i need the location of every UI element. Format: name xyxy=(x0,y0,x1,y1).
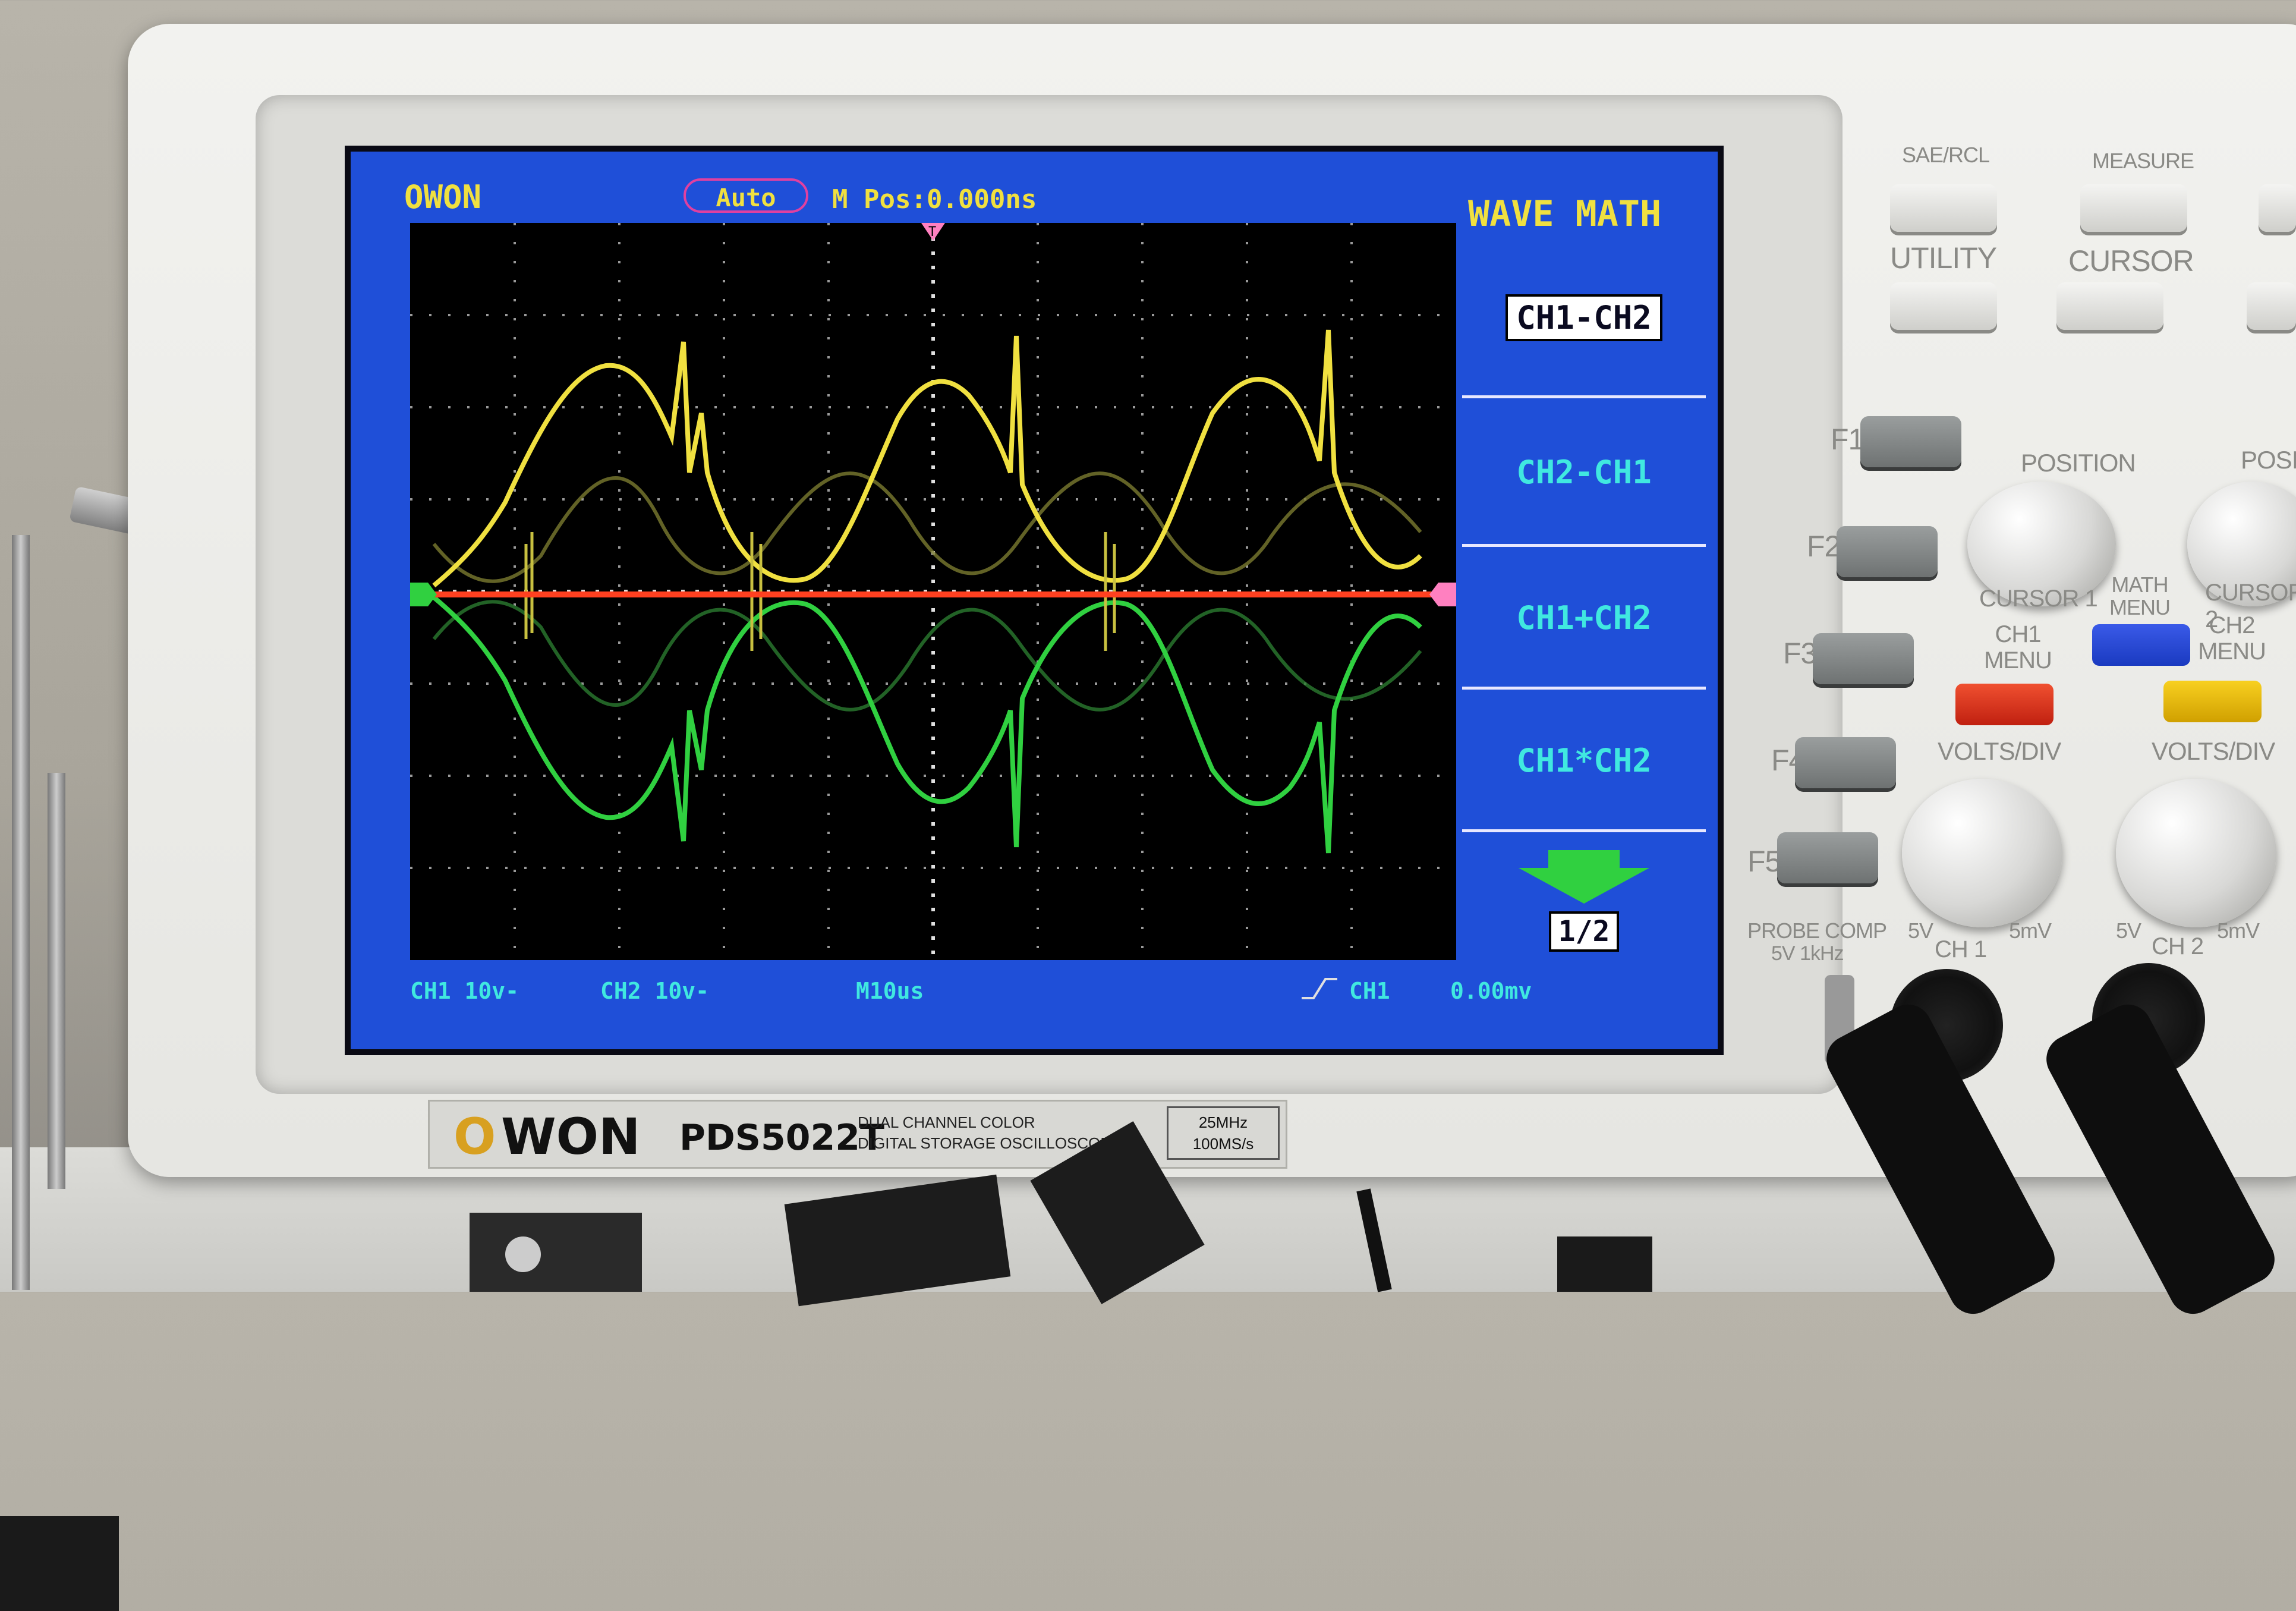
probe-comp-label: PROBE COMP xyxy=(1747,918,1887,943)
channel-ground-marker xyxy=(410,583,437,606)
ch1-menu-label: CH1 MENU xyxy=(1984,621,2052,674)
menu-item-next-page[interactable]: 1/2 xyxy=(1462,829,1706,987)
trigger-edge-rising-icon xyxy=(1302,978,1337,999)
utility-label: UTILITY xyxy=(1890,241,1997,275)
position-label-ch1: POSITION xyxy=(2021,449,2136,477)
ch1-volts-div-knob[interactable] xyxy=(1902,779,2062,927)
ch2-range-hi: 5V xyxy=(2116,918,2141,943)
display-button[interactable] xyxy=(2247,282,2296,330)
ch2-input-label: CH 2 xyxy=(2152,933,2204,959)
ch1-menu-button[interactable] xyxy=(1955,684,2054,725)
f1-button[interactable] xyxy=(1860,416,1961,467)
clamp-stand xyxy=(0,535,119,1611)
utility-button[interactable] xyxy=(1890,282,1997,330)
ch1-range-lo: 5mV xyxy=(2009,918,2052,943)
f2-label: F2 xyxy=(1807,530,1841,563)
description-line-1: DUAL CHANNEL COLOR xyxy=(858,1113,1035,1131)
trigger-level-readout: 0.00mv xyxy=(1450,978,1532,1004)
f3-label: F3 xyxy=(1783,637,1817,670)
trigger-source-readout: CH1 xyxy=(1349,978,1390,1004)
waveform-display: T xyxy=(410,223,1456,960)
timebase-readout: M10us xyxy=(856,978,924,1004)
ch1-scale-readout: CH1 10v- xyxy=(410,978,519,1004)
menu-item-label: CH1-CH2 xyxy=(1506,294,1662,341)
f2-button[interactable] xyxy=(1837,526,1938,577)
f4-button[interactable] xyxy=(1795,737,1896,788)
f5-button[interactable] xyxy=(1777,832,1878,883)
math-menu-label: MATH MENU xyxy=(2109,572,2171,619)
ch1-range-hi: 5V xyxy=(1908,918,1933,943)
menu-item-ch1-times-ch2[interactable]: CH1*CH2 xyxy=(1462,687,1706,832)
cursor1-label: CURSOR 1 xyxy=(1979,586,2098,612)
ch2-range-lo: 5mV xyxy=(2217,918,2260,943)
ch2-volts-div-knob[interactable] xyxy=(2116,779,2276,927)
ch2-volts-div-label: VOLTS/DIV xyxy=(2152,737,2275,765)
f3-button[interactable] xyxy=(1813,633,1914,684)
screen-brand: OWON xyxy=(404,178,482,216)
f1-label: F1 xyxy=(1831,423,1864,456)
ch2-scale-readout: CH2 10v- xyxy=(600,978,710,1004)
sae-rcl-button[interactable] xyxy=(1890,184,1997,232)
math-menu-button[interactable] xyxy=(2092,624,2190,666)
f5-label: F5 xyxy=(1747,845,1781,878)
ch2-menu-button[interactable] xyxy=(2163,681,2262,722)
position-label-ch2: POSITION xyxy=(2241,446,2296,474)
menu-item-ch2-minus-ch1[interactable]: CH2-CH1 xyxy=(1462,395,1706,547)
page-indicator: 1/2 xyxy=(1548,911,1620,952)
brand-logo-text: WON xyxy=(501,1107,641,1166)
sae-rcl-label: SAE/RCL xyxy=(1902,143,1990,167)
oscilloscope-screen: OWON Auto M Pos:0.000ns WAVE MATH T CH1-… xyxy=(345,146,1724,1055)
wave-math-menu: CH1-CH2 CH2-CH1 CH1+CH2 CH1*CH2 1/2 xyxy=(1462,241,1706,990)
transistor-part xyxy=(470,1213,642,1292)
probe-comp-spec: 5V 1kHz xyxy=(1771,942,1844,965)
edge-button[interactable] xyxy=(2259,184,2296,232)
model-label-strip: O WON PDS5022T DUAL CHANNEL COLOR DIGITA… xyxy=(428,1100,1287,1169)
description-line-2: DIGITAL STORAGE OSCILLOSCOPE xyxy=(858,1134,1122,1152)
menu-item-ch1-plus-ch2[interactable]: CH1+CH2 xyxy=(1462,544,1706,690)
bandwidth-spec: 25MHz xyxy=(1198,1113,1248,1131)
measure-label: MEASURE xyxy=(2092,149,2194,173)
waveform-graticule: T xyxy=(410,223,1456,960)
menu-title: WAVE MATH xyxy=(1468,193,1662,235)
cursor-label: CURSOR xyxy=(2068,244,2194,278)
control-panel: SAE/RCL MEASURE UTILITY CURSOR F1 F2 F3 … xyxy=(1747,119,2296,1129)
trigger-mode-badge: Auto xyxy=(684,178,808,213)
ch2-ghost-trace xyxy=(432,600,1422,712)
trigger-level-marker xyxy=(1429,583,1456,606)
measure-button[interactable] xyxy=(2080,184,2187,232)
model-number: PDS5022T xyxy=(679,1117,884,1159)
svg-text:T: T xyxy=(928,225,936,240)
horizontal-position-readout: M Pos:0.000ns xyxy=(832,184,1037,215)
brand-logo: O xyxy=(453,1107,496,1166)
cursor-button[interactable] xyxy=(2056,282,2163,330)
ch1-ghost-trace xyxy=(432,471,1422,583)
down-arrow-icon xyxy=(1519,850,1649,904)
ch1-volts-div-label: VOLTS/DIV xyxy=(1938,737,2061,765)
spec-box: 25MHz 100MS/s xyxy=(1167,1106,1280,1160)
ch1-input-label: CH 1 xyxy=(1935,936,1987,962)
menu-item-ch1-minus-ch2[interactable]: CH1-CH2 xyxy=(1462,241,1706,395)
ch2-menu-label: CH2 MENU xyxy=(2198,612,2266,665)
sample-rate-spec: 100MS/s xyxy=(1192,1135,1254,1153)
component-part xyxy=(1557,1236,1652,1292)
